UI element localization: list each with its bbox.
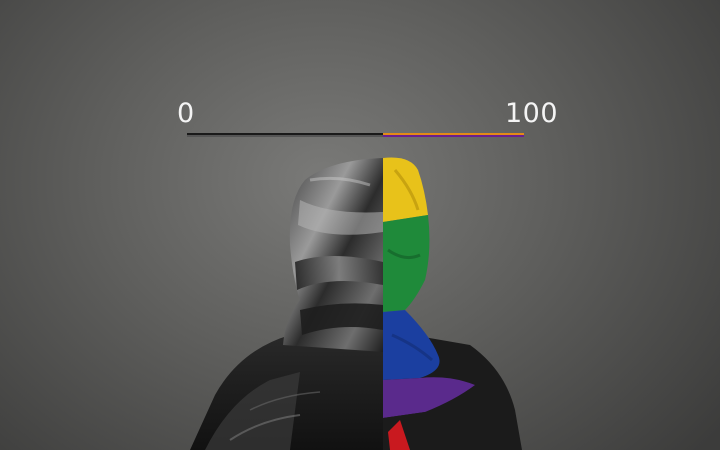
color-flag-half [383, 157, 522, 450]
grayscale-half [190, 158, 383, 450]
photo-scene: 0 100 [0, 0, 720, 450]
slider-track-left [187, 133, 383, 137]
slider-max-label: 100 [505, 98, 559, 129]
hooded-figure-image [190, 157, 522, 450]
slider-min-label: 0 [177, 98, 195, 129]
comparison-slider[interactable] [187, 133, 524, 137]
slider-track-right [383, 133, 524, 137]
